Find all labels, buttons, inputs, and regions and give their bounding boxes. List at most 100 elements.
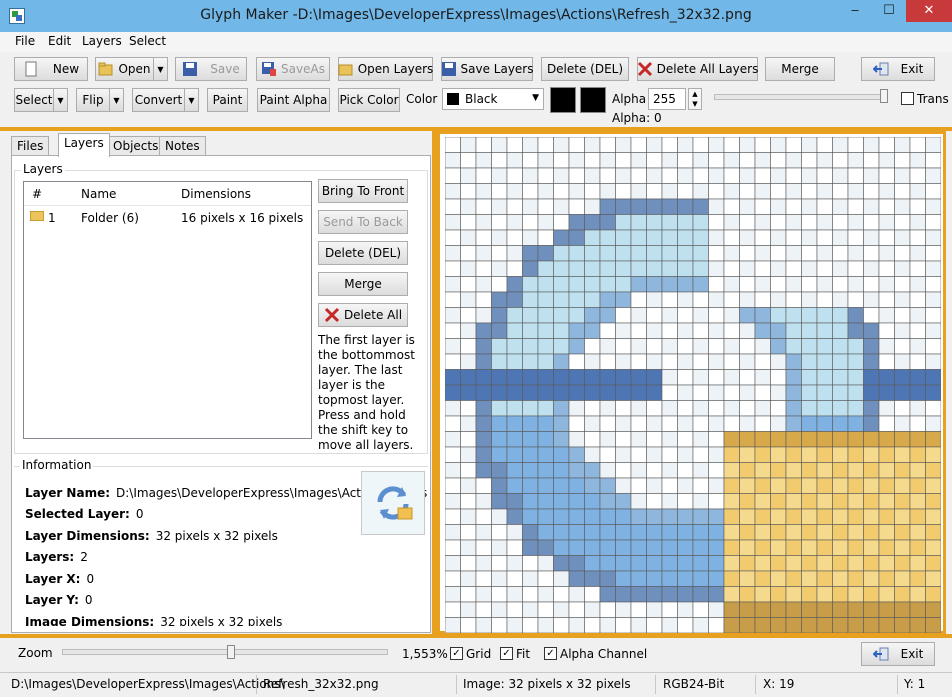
open-folder-icon — [98, 61, 114, 77]
info-selected-layer: Selected Layer: 0 — [25, 507, 144, 521]
layer-preview — [361, 471, 425, 535]
bottom-splitter — [0, 634, 952, 638]
exit-icon — [872, 61, 889, 77]
exit-button-bottom-label: Exit — [900, 647, 924, 661]
layer-delete-all-button[interactable]: Delete All — [318, 303, 408, 327]
saveas-button[interactable]: SaveAs — [256, 57, 330, 81]
folder-icon — [30, 211, 44, 221]
save-button[interactable]: Save — [175, 57, 247, 81]
menu-layers[interactable]: Layers — [82, 34, 122, 48]
status-image: Image: 32 pixels x 32 pixels — [463, 677, 631, 691]
status-folder: D:\Images\DeveloperExpress\Images\Action… — [11, 677, 285, 691]
alpha-channel-checkbox[interactable]: ✓ — [544, 647, 557, 660]
trans-checkbox[interactable] — [901, 92, 914, 105]
col-num[interactable]: # — [32, 187, 42, 201]
flip-dropdown-icon[interactable]: ▼ — [109, 89, 123, 111]
open-layers-button[interactable]: Open Layers — [338, 57, 433, 81]
open-button-label: Open — [118, 62, 151, 76]
title-bar: Glyph Maker -D:\Images\DeveloperExpress\… — [0, 0, 952, 32]
layer-merge-button[interactable]: Merge — [318, 272, 408, 296]
pixel-canvas[interactable] — [445, 137, 941, 633]
close-button[interactable]: ✕ — [906, 0, 952, 22]
row-dims: 16 pixels x 16 pixels — [181, 211, 304, 225]
info-image-dimensions: Image Dimensions: 32 pixels x 32 pixels — [25, 615, 283, 626]
exit-button-top[interactable]: Exit — [861, 57, 935, 81]
zoom-label: Zoom — [18, 646, 53, 660]
send-to-back-label: Send To Back — [323, 215, 403, 229]
alpha-spinner[interactable]: ▲ ▼ — [688, 88, 702, 110]
paint-alpha-button[interactable]: Paint Alpha — [257, 88, 330, 112]
merge-button[interactable]: Merge — [765, 57, 835, 81]
open-button[interactable]: Open ▼ — [95, 57, 168, 81]
delete-all-layers-button[interactable]: Delete All Layers — [637, 57, 758, 81]
open-layers-icon — [338, 61, 354, 77]
delete-button[interactable]: Delete (DEL) — [541, 57, 629, 81]
col-name[interactable]: Name — [81, 187, 116, 201]
save-button-label: Save — [210, 62, 240, 76]
flip-button[interactable]: Flip ▼ — [76, 88, 124, 112]
flip-button-label: Flip — [82, 93, 104, 107]
maximize-button[interactable]: ☐ — [872, 0, 906, 22]
save-layers-button[interactable]: Save Layers — [441, 57, 534, 81]
menu-file[interactable]: File — [15, 34, 35, 48]
save-layers-icon — [441, 61, 457, 77]
tab-notes[interactable]: Notes — [159, 136, 206, 156]
menu-select[interactable]: Select — [129, 34, 166, 48]
alpha-slider-thumb[interactable] — [880, 89, 888, 103]
select-dropdown-icon[interactable]: ▼ — [53, 89, 67, 111]
alpha-slider-track[interactable] — [714, 94, 888, 100]
color-select[interactable]: Black ▼ — [442, 88, 544, 110]
zoom-slider-thumb[interactable] — [227, 645, 235, 659]
layer-delete-label: Delete (DEL) — [324, 246, 402, 260]
alpha-input[interactable]: 255 — [648, 88, 686, 110]
select-button[interactable]: Select ▼ — [14, 88, 68, 112]
exit-button-bottom[interactable]: Exit — [861, 642, 935, 666]
select-button-label: Select — [15, 93, 53, 107]
refresh-folder-icon — [377, 486, 413, 520]
open-layers-label: Open Layers — [357, 62, 434, 76]
send-to-back-button[interactable]: Send To Back — [318, 210, 408, 234]
secondary-color-swatch[interactable] — [580, 87, 606, 113]
bring-to-front-button[interactable]: Bring To Front — [318, 179, 408, 203]
delete-x-icon — [637, 61, 653, 77]
minimize-button[interactable]: ‒ — [838, 0, 872, 22]
info-layer-x: Layer X: 0 — [25, 572, 95, 586]
pick-color-label: Pick Color — [339, 93, 399, 107]
new-file-icon — [23, 61, 39, 77]
paint-button-label: Paint — [212, 93, 243, 107]
convert-button[interactable]: Convert ▼ — [132, 88, 199, 112]
primary-color-swatch[interactable] — [550, 87, 576, 113]
saveas-icon — [261, 61, 277, 77]
layer-delete-all-label: Delete All — [343, 308, 403, 322]
merge-button-label: Merge — [781, 62, 819, 76]
tab-objects[interactable]: Objects — [107, 136, 165, 156]
layers-list[interactable]: # Name Dimensions 1 Folder (6) 16 pixels… — [23, 181, 312, 439]
zoom-value: 1,553% — [402, 647, 448, 661]
pixel-canvas-frame — [437, 131, 946, 634]
new-button[interactable]: New — [14, 57, 88, 81]
exit-button-top-label: Exit — [900, 62, 924, 76]
status-y: Y: 1 — [904, 677, 926, 691]
tab-files[interactable]: Files — [11, 136, 50, 156]
color-select-value: Black — [465, 92, 498, 106]
convert-dropdown-icon[interactable]: ▼ — [184, 89, 198, 111]
info-layers: Layers: 2 — [25, 550, 88, 564]
window-title: Glyph Maker -D:\Images\DeveloperExpress\… — [200, 7, 752, 23]
color-dropdown-icon[interactable]: ▼ — [532, 93, 539, 103]
info-layer-y: Layer Y: 0 — [25, 593, 93, 607]
layer-delete-button[interactable]: Delete (DEL) — [318, 241, 408, 265]
paint-button[interactable]: Paint — [207, 88, 248, 112]
open-dropdown-icon[interactable]: ▼ — [153, 58, 167, 80]
grid-checkbox[interactable]: ✓ — [450, 647, 463, 660]
trans-label: Trans — [917, 92, 949, 106]
zoom-slider-track[interactable] — [62, 649, 388, 655]
tab-layers[interactable]: Layers — [58, 133, 110, 157]
fit-checkbox[interactable]: ✓ — [500, 647, 513, 660]
col-dimensions[interactable]: Dimensions — [181, 187, 251, 201]
menu-edit[interactable]: Edit — [48, 34, 71, 48]
row-num: 1 — [48, 211, 56, 225]
fit-label: Fit — [516, 647, 531, 661]
pick-color-button[interactable]: Pick Color — [338, 88, 400, 112]
alpha-readout: Alpha: 0 — [612, 111, 662, 125]
layer-merge-label: Merge — [344, 277, 382, 291]
